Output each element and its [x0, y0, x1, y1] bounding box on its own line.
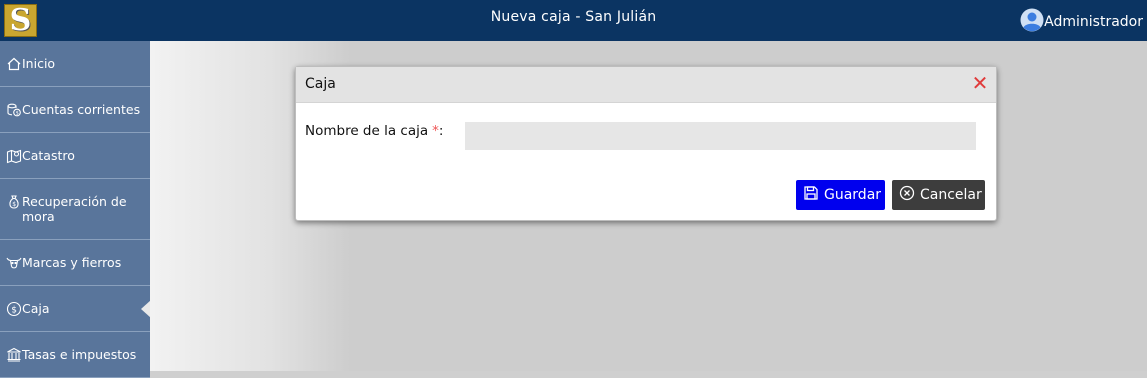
- caja-dialog: Caja ✕ Nombre de la caja *: Guardar Cance…: [295, 66, 997, 221]
- field-label: Nombre de la caja *:: [305, 123, 443, 139]
- svg-text:$: $: [11, 306, 17, 316]
- sidebar-item-label: Inicio: [22, 56, 56, 71]
- sidebar-item-recuperacion-de-mora[interactable]: $ Recuperación de mora: [0, 179, 150, 240]
- sidebar-item-marcas-y-fierros[interactable]: Marcas y fierros: [0, 240, 150, 286]
- user-avatar-icon: [1020, 8, 1044, 36]
- sidebar-item-label: Catastro: [22, 148, 75, 163]
- cancel-button[interactable]: Cancelar: [892, 180, 985, 210]
- cancel-button-label: Cancelar: [920, 187, 982, 203]
- sidebar-item-label: Cuentas corrientes: [22, 102, 141, 117]
- sidebar-item-inicio[interactable]: Inicio: [0, 41, 150, 87]
- user-menu[interactable]: Administrador: [1020, 8, 1143, 36]
- home-icon: [6, 56, 22, 75]
- floppy-disk-icon: [803, 185, 819, 205]
- sidebar-item-label: Tasas e impuestos: [22, 347, 137, 362]
- coins-icon: $: [6, 102, 22, 121]
- map-pin-icon: [6, 148, 22, 167]
- top-header: S Nueva caja - San Julián Administrador: [0, 0, 1147, 41]
- sidebar-item-cuentas-corrientes[interactable]: $ Cuentas corrientes: [0, 87, 150, 133]
- page-title: Nueva caja - San Julián: [490, 9, 657, 25]
- sidebar-item-caja[interactable]: $ Caja: [0, 286, 151, 332]
- svg-text:$: $: [12, 201, 16, 208]
- money-bag-icon: $: [6, 194, 22, 213]
- dollar-circle-icon: $: [6, 301, 22, 320]
- sidebar-item-label: Caja: [22, 301, 50, 316]
- cattle-icon: [6, 255, 22, 274]
- user-name: Administrador: [1044, 14, 1143, 30]
- sidebar-item-label: Recuperación de mora: [22, 194, 127, 224]
- dialog-header: Caja ✕: [296, 67, 996, 103]
- field-label-text: Nombre de la caja: [305, 123, 429, 139]
- cancel-circle-icon: [899, 185, 915, 205]
- dialog-title: Caja: [305, 76, 336, 92]
- bank-icon: [6, 347, 22, 366]
- required-marker: *: [432, 123, 439, 139]
- nombre-caja-input[interactable]: [465, 122, 976, 150]
- sidebar-item-label: Marcas y fierros: [22, 255, 122, 270]
- field-label-colon: :: [438, 123, 444, 139]
- close-icon[interactable]: ✕: [971, 73, 989, 93]
- sidebar: Inicio $ Cuentas corrientes Catastro $ R…: [0, 41, 151, 378]
- save-button-label: Guardar: [824, 187, 882, 203]
- sidebar-item-tasas-e-impuestos[interactable]: Tasas e impuestos: [0, 332, 150, 378]
- sidebar-item-catastro[interactable]: Catastro: [0, 133, 150, 179]
- svg-text:$: $: [16, 110, 19, 116]
- save-button[interactable]: Guardar: [796, 180, 885, 210]
